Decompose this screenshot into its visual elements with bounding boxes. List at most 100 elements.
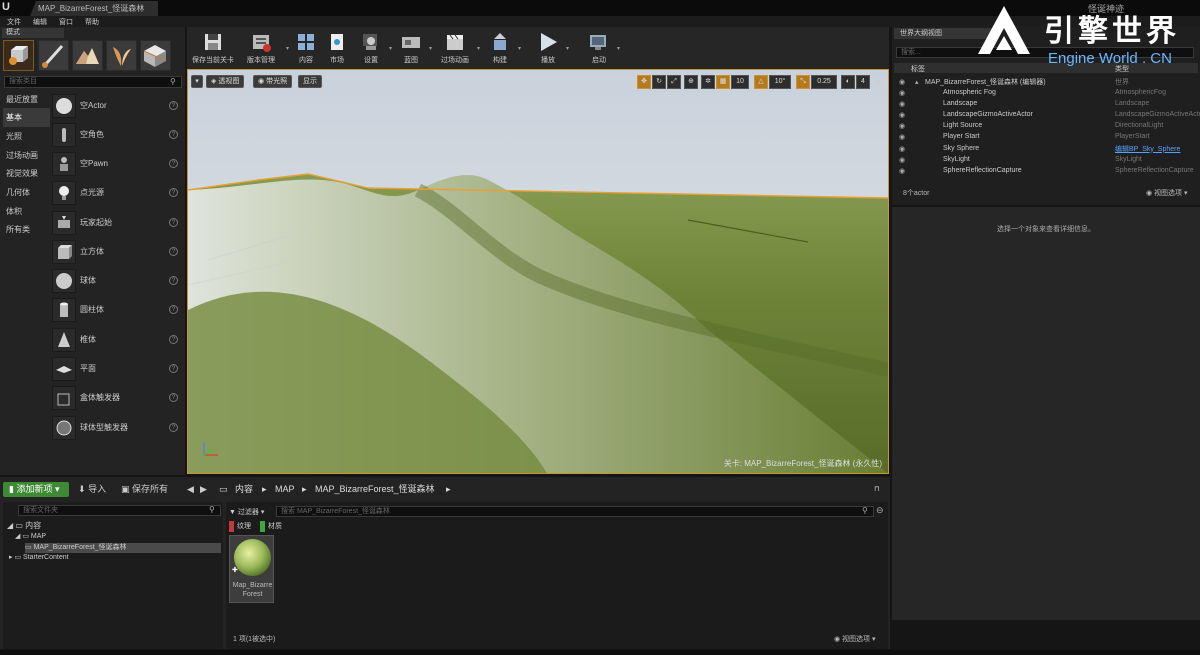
outliner-row[interactable]: ◉ Landscape Landscape: [894, 98, 1198, 109]
place-item-cone[interactable]: 椎体?: [52, 325, 182, 354]
outliner-row[interactable]: ◉ Light Source DirectionalLight: [894, 120, 1198, 131]
menu-window[interactable]: 窗口: [59, 17, 73, 27]
place-item-player-start[interactable]: 玩家起始?: [52, 208, 182, 237]
outliner-row[interactable]: ◉ SkyLight SkyLight: [894, 154, 1198, 165]
outliner-row[interactable]: ◉ Player Start PlayerStart: [894, 131, 1198, 142]
filter-tag-material[interactable]: 材质: [260, 521, 282, 532]
folder-tree: 搜索文件夹 ⚲ ◢ ▭ 内容 ◢ ▭ MAP ▭ MAP_BizarreFore…: [3, 502, 223, 649]
geometry-mode-icon[interactable]: [140, 40, 171, 71]
category-cinematic[interactable]: 过场动画: [3, 146, 50, 165]
save-search-icon[interactable]: ⊖: [876, 505, 884, 516]
save-level-button[interactable]: 保存当前关卡: [190, 29, 236, 67]
folder-search-input[interactable]: 搜索文件夹: [18, 505, 221, 516]
outliner-row[interactable]: ◉ Sky Sphere 编辑BP_Sky_Sphere: [894, 143, 1198, 154]
outliner-row[interactable]: ◉ ▴ MAP_BizarreForest_怪诞森林 (编辑器) 世界: [894, 76, 1198, 87]
foliage-mode-icon[interactable]: [106, 40, 137, 71]
edit-blueprint-link[interactable]: 编辑BP_Sky_Sphere: [1115, 144, 1180, 154]
paint-mode-icon[interactable]: [38, 40, 69, 71]
breadcrumb-level-folder[interactable]: MAP_BizarreForest_怪诞森林: [315, 482, 435, 497]
category-lights[interactable]: 光照: [3, 127, 50, 146]
breadcrumb-map[interactable]: MAP: [275, 482, 295, 497]
rotate-tool-icon[interactable]: ↻: [652, 75, 666, 89]
breadcrumb-content[interactable]: 内容: [235, 482, 253, 497]
asset-view-options[interactable]: ◉ 视图选项 ▾: [834, 634, 876, 644]
label-column-header[interactable]: 标签: [911, 64, 925, 74]
scale-snap-value[interactable]: 0.25: [811, 75, 837, 89]
place-item-plane[interactable]: 平面?: [52, 354, 182, 383]
menu-help[interactable]: 帮助: [85, 17, 99, 27]
launch-button[interactable]: 启动 ▾: [585, 29, 620, 67]
category-basic[interactable]: 基本: [3, 108, 50, 127]
filter-tag-texture[interactable]: 纹理: [229, 521, 251, 532]
translate-tool-icon[interactable]: ✥: [637, 75, 651, 89]
help-icon: ?: [169, 423, 178, 432]
outliner-row[interactable]: ◉ LandscapeGizmoActiveActor LandscapeGizmo…: [894, 109, 1200, 120]
asset-tile-map[interactable]: ✚ Map_Bizarre Forest: [229, 535, 274, 603]
marketplace-button[interactable]: 市场: [323, 29, 351, 67]
play-button[interactable]: 播放 ▾: [534, 29, 569, 67]
eye-icon: ◉: [898, 78, 906, 86]
forward-arrow-icon[interactable]: ▶: [200, 482, 207, 497]
rotation-snap-icon[interactable]: △: [754, 75, 768, 89]
outliner-view-options[interactable]: ◉ 视图选项 ▾: [1146, 188, 1188, 198]
lit-mode-button[interactable]: ◉ 带光照: [253, 75, 293, 88]
settings-button[interactable]: 设置 ▾: [357, 29, 392, 67]
filters-button[interactable]: ▼ 过滤器 ▾: [229, 507, 264, 518]
cinematics-button[interactable]: 过场动画 ▾: [437, 29, 480, 67]
menu-edit[interactable]: 编辑: [33, 17, 47, 27]
modes-tab[interactable]: 模式: [2, 28, 64, 38]
viewport-options-button[interactable]: ▾: [191, 75, 203, 88]
category-all-classes[interactable]: 所有类: [3, 220, 50, 239]
place-item-sphere-trigger[interactable]: 球体型触发器?: [52, 413, 182, 442]
show-button[interactable]: 显示: [298, 75, 322, 88]
category-geometry[interactable]: 几何体: [3, 183, 50, 202]
place-item-sphere[interactable]: 球体?: [52, 266, 182, 295]
document-tab[interactable]: MAP_BizarreForest_怪诞森林: [30, 1, 158, 16]
tree-item-content[interactable]: ◢ ▭ 内容: [7, 521, 41, 531]
place-item-empty-actor[interactable]: 空Actor?: [52, 91, 182, 120]
place-item-empty-pawn[interactable]: 空Pawn?: [52, 149, 182, 178]
add-new-button[interactable]: ▮ 添加新项 ▾: [3, 482, 69, 497]
level-viewport[interactable]: ▾ ◈ 透视图 ◉ 带光照 显示 ✥ ↻ ⤢ ⊕ ✲ ▦ 10 △ 10° ⤡ 0.…: [187, 69, 889, 474]
place-mode-icon[interactable]: [3, 40, 34, 71]
asset-search-input[interactable]: 搜索 MAP_BizarreForest_怪诞森林: [276, 506, 874, 517]
tree-item-level-folder[interactable]: ▭ MAP_BizarreForest_怪诞森林: [25, 543, 221, 553]
tree-item-map[interactable]: ◢ ▭ MAP: [15, 532, 46, 542]
perspective-button[interactable]: ◈ 透视图: [206, 75, 245, 88]
maximize-viewport-icon[interactable]: ⊡: [876, 78, 883, 87]
import-button[interactable]: ⬇ 导入: [78, 482, 106, 497]
camera-speed-icon[interactable]: ◐: [841, 75, 855, 89]
place-item-cylinder[interactable]: 圆柱体?: [52, 295, 182, 324]
blueprints-button[interactable]: 蓝图 ▾: [397, 29, 432, 67]
outliner-row[interactable]: ◉ Atmospheric Fog AtmosphericFog: [894, 87, 1198, 98]
landscape-mode-icon[interactable]: [72, 40, 103, 71]
grid-snap-icon[interactable]: ▦: [716, 75, 730, 89]
scale-snap-icon[interactable]: ⤡: [796, 75, 810, 89]
place-item-box-trigger[interactable]: 盒体触发器?: [52, 383, 182, 412]
place-item-cube[interactable]: 立方体?: [52, 237, 182, 266]
grid-snap-value[interactable]: 10: [731, 75, 749, 89]
surface-snap-icon[interactable]: ✲: [701, 75, 715, 89]
help-icon: ?: [169, 393, 178, 402]
modes-search-input[interactable]: 搜索类目: [4, 76, 182, 88]
lock-icon[interactable]: ⊓: [874, 482, 879, 497]
build-button[interactable]: 构建 ▾: [486, 29, 521, 67]
menu-file[interactable]: 文件: [7, 17, 21, 27]
outliner-row[interactable]: ◉ SphereReflectionCapture SphereReflection…: [894, 165, 1198, 176]
scale-tool-icon[interactable]: ⤢: [667, 75, 681, 89]
back-arrow-icon[interactable]: ◀: [187, 482, 194, 497]
rotation-snap-value[interactable]: 10°: [769, 75, 791, 89]
content-button[interactable]: 内容: [292, 29, 320, 67]
tree-item-starter-content[interactable]: ▸ ▭ StarterContent: [9, 553, 69, 563]
category-recent[interactable]: 最近放置: [3, 90, 50, 109]
search-icon: ⚲: [862, 506, 868, 515]
asset-added-icon: ✚: [232, 567, 238, 574]
place-item-empty-character[interactable]: 空角色?: [52, 120, 182, 149]
category-visual-effects[interactable]: 视觉效果: [3, 164, 50, 183]
save-all-button[interactable]: ▣ 保存所有: [121, 482, 168, 497]
camera-speed-value[interactable]: 4: [856, 75, 870, 89]
source-control-button[interactable]: 版本管理 ▾: [240, 29, 289, 67]
category-volumes[interactable]: 体积: [3, 202, 50, 221]
place-item-point-light[interactable]: 点光源?: [52, 178, 182, 207]
world-space-icon[interactable]: ⊕: [684, 75, 698, 89]
